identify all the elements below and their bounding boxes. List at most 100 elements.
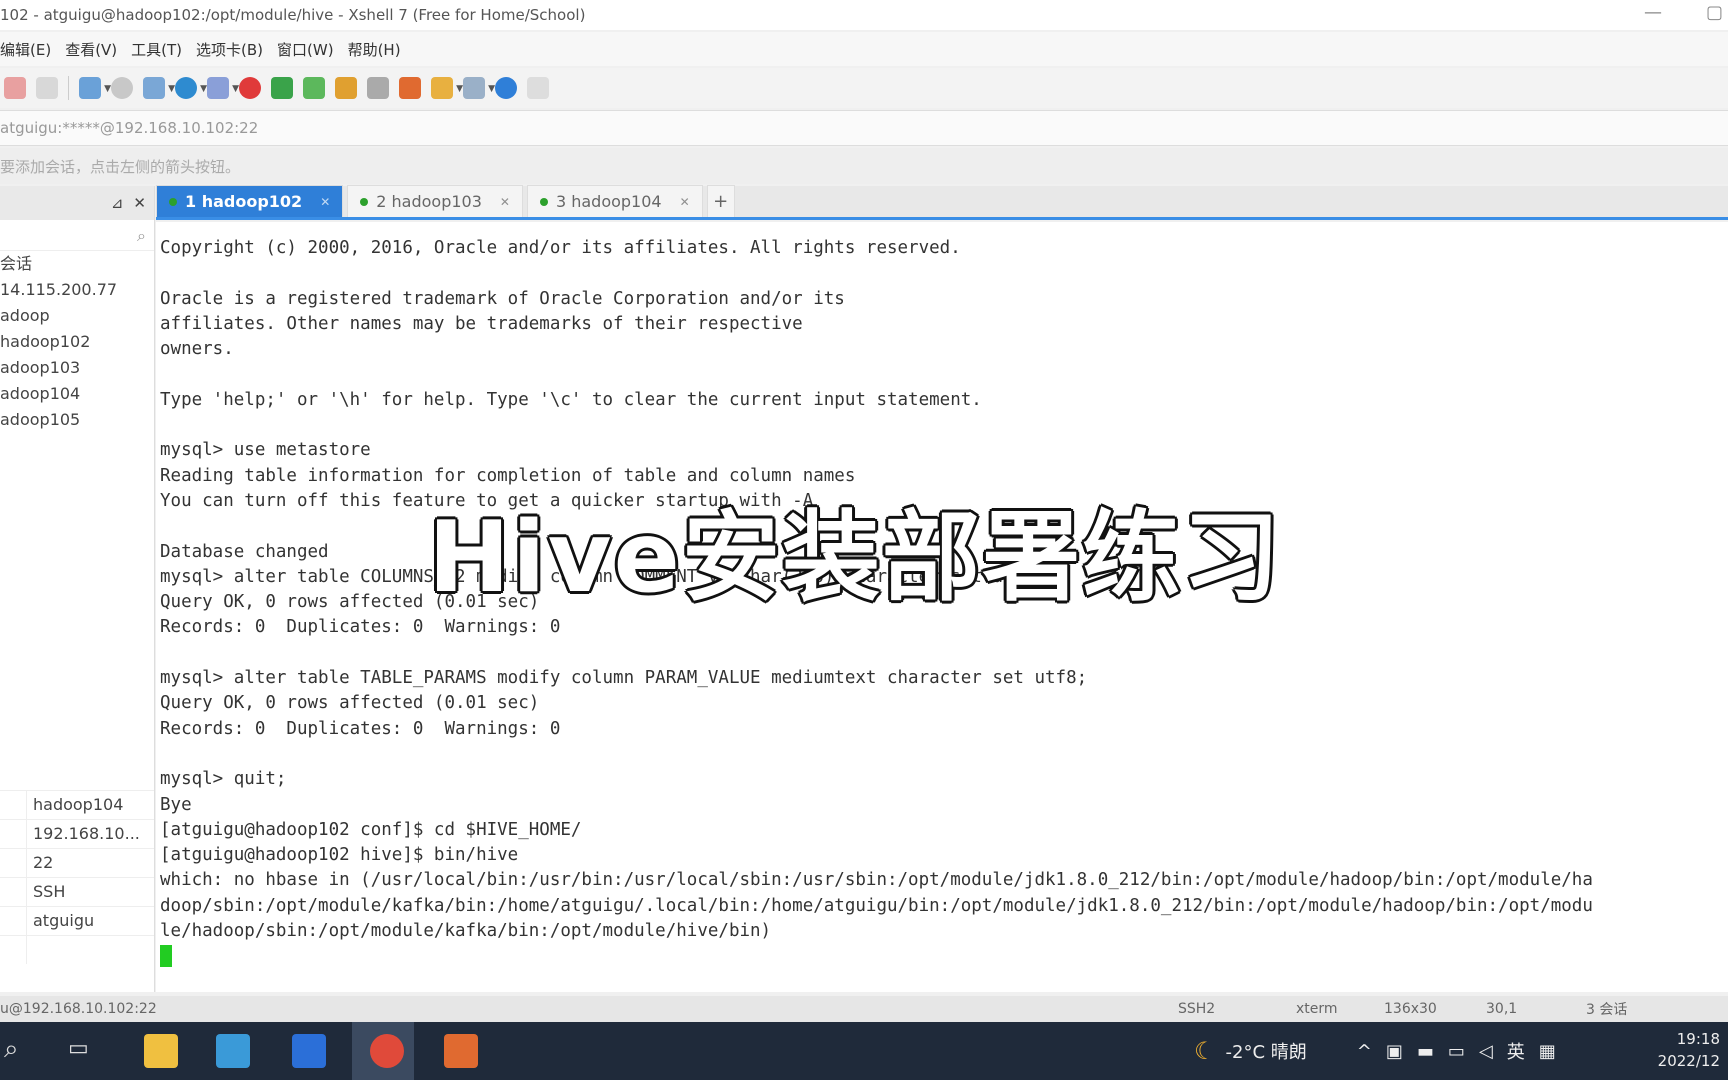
terminal-line: [atguigu@hadoop102 conf]$ cd $HIVE_HOME/ <box>160 819 582 840</box>
tree-item[interactable]: 会话 <box>0 251 154 277</box>
terminal-line: Records: 0 Duplicates: 0 Warnings: 0 <box>160 718 561 739</box>
tab-hadoop103[interactable]: 2 hadoop103 ✕ <box>347 185 523 217</box>
globe-icon[interactable]: ▼ <box>175 77 207 99</box>
tab-hadoop102[interactable]: 1 hadoop102 ✕ <box>156 185 344 217</box>
search-icon[interactable]: ⌕ <box>4 1034 19 1065</box>
menu-window[interactable]: 窗口(W) <box>277 39 342 60</box>
window-titlebar: 102 - atguigu@hadoop102:/opt/module/hive… <box>0 0 1728 30</box>
file-explorer-icon[interactable] <box>144 1034 178 1068</box>
chat-icon[interactable] <box>527 77 549 99</box>
highlight-icon[interactable] <box>399 77 421 99</box>
session-hint-bar: 要添加会话，点击左侧的箭头按钮。 <box>0 148 1728 184</box>
clock-date: 2022/12 <box>1657 1052 1720 1070</box>
link-icon[interactable] <box>36 77 58 99</box>
session-tabs: 1 hadoop102 ✕ 2 hadoop103 ✕ 3 hadoop104 … <box>156 185 1728 220</box>
tree-item[interactable]: hadoop102 <box>0 329 154 355</box>
tab-label: 1 hadoop102 <box>185 192 303 211</box>
ime-indicator[interactable]: 英 <box>1507 1038 1525 1064</box>
status-sessions[interactable]: 3 会话 <box>1586 999 1627 1019</box>
powerpoint-icon[interactable] <box>444 1034 478 1068</box>
pin-icon[interactable]: ⊿ <box>111 194 124 212</box>
tab-label: 2 hadoop103 <box>376 192 482 211</box>
close-tab-icon[interactable]: ✕ <box>680 195 690 209</box>
close-icon[interactable]: ✕ <box>133 194 146 212</box>
status-size: 136x30 <box>1384 1001 1437 1017</box>
terminal-line: Type 'help;' or '\h' for help. Type '\c'… <box>160 389 982 410</box>
prop-user: atguigu <box>33 911 95 930</box>
session-manager-header: ⊿ ✕ <box>0 186 154 220</box>
moon-icon: ☾ <box>1194 1037 1216 1065</box>
folder-icon[interactable]: ▼ <box>431 77 463 99</box>
connected-dot-icon <box>539 197 548 206</box>
battery-icon[interactable]: ▬ <box>1417 1041 1434 1062</box>
session-properties: hadoop104 192.168.10... 22 SSH atguigu <box>0 790 154 964</box>
word-icon[interactable] <box>292 1034 326 1068</box>
xftp-icon[interactable] <box>239 77 261 99</box>
toolbar: ▼ ▼ ▼ ▼ ▼ ▼ <box>0 68 1728 108</box>
connected-dot-icon <box>360 197 369 206</box>
ime-mode-icon[interactable]: ▦ <box>1539 1041 1556 1062</box>
app-icon[interactable] <box>216 1034 250 1068</box>
minimize-icon[interactable]: — <box>1644 2 1662 23</box>
session-tree: 会话 14.115.200.77 adoop hadoop102 adoop10… <box>0 251 154 433</box>
menu-tools[interactable]: 工具(T) <box>131 39 190 60</box>
window-title: 102 - atguigu@hadoop102:/opt/module/hive… <box>0 6 586 24</box>
menu-bar: 编辑(E) 查看(V) 工具(T) 选项卡(B) 窗口(W) 帮助(H) <box>0 32 1728 66</box>
terminal-line: Query OK, 0 rows affected (0.01 sec) <box>160 693 540 714</box>
tree-item[interactable]: adoop105 <box>0 407 154 433</box>
menu-view[interactable]: 查看(V) <box>65 39 125 60</box>
maximize-icon[interactable]: ▢ <box>1706 2 1723 23</box>
font-icon[interactable]: ▼ <box>207 77 239 99</box>
menu-tabs[interactable]: 选项卡(B) <box>196 39 271 60</box>
session-search-input[interactable]: ⌕ <box>0 220 154 251</box>
terminal-line: owners. <box>160 339 234 360</box>
clock[interactable]: 19:18 2022/12 <box>1658 1028 1720 1072</box>
menu-help[interactable]: 帮助(H) <box>348 39 409 60</box>
tree-item[interactable]: adoop104 <box>0 381 154 407</box>
search-icon: ⌕ <box>137 226 146 245</box>
tree-item[interactable]: adoop <box>0 303 154 329</box>
prop-name: hadoop104 <box>33 795 124 814</box>
video-caption: Hive安装部署练习 <box>428 501 1282 615</box>
new-tab-button[interactable]: + <box>706 185 735 217</box>
new-session-icon[interactable] <box>4 77 26 99</box>
menu-edit[interactable]: 编辑(E) <box>0 39 59 60</box>
display-icon[interactable]: ▭ <box>1448 1041 1465 1062</box>
terminal-line: mysql> alter table TABLE_PARAMS modify c… <box>160 668 1088 689</box>
prop-protocol: SSH <box>33 882 66 901</box>
properties-icon[interactable]: ▼ <box>143 77 175 99</box>
help-icon[interactable] <box>495 77 517 99</box>
status-position: 30,1 <box>1486 1001 1518 1017</box>
tree-item[interactable]: adoop103 <box>0 355 154 381</box>
close-tab-icon[interactable]: ✕ <box>500 195 510 209</box>
terminal-line: Database changed <box>160 541 329 562</box>
prop-host: 192.168.10... <box>33 824 140 843</box>
xshell-icon <box>370 1034 404 1068</box>
weather-text[interactable]: -2°C 晴朗 <box>1226 1038 1307 1064</box>
chevron-up-icon[interactable]: ^ <box>1357 1041 1372 1062</box>
network-icon[interactable]: ▣ <box>1386 1041 1403 1062</box>
status-term: xterm <box>1296 1001 1338 1017</box>
volume-icon[interactable]: ◁ <box>1479 1041 1493 1062</box>
address-text: atguigu:*****@192.168.10.102:22 <box>0 119 259 137</box>
tree-item[interactable]: 14.115.200.77 <box>0 277 154 303</box>
open-session-icon[interactable]: ▼ <box>79 77 111 99</box>
xshell-icon[interactable] <box>271 77 293 99</box>
close-tab-icon[interactable]: ✕ <box>320 195 330 209</box>
lock-icon[interactable] <box>335 77 357 99</box>
terminal-line: Records: 0 Duplicates: 0 Warnings: 0 <box>160 617 561 638</box>
fullscreen-icon[interactable] <box>303 77 325 99</box>
terminal-line: which: no hbase in (/usr/local/bin:/usr/… <box>160 870 1593 891</box>
terminal-line: mysql> quit; <box>160 769 287 790</box>
status-bar: u@192.168.10.102:22 SSH2 xterm 136x30 30… <box>0 996 1728 1022</box>
keyboard-icon[interactable] <box>367 77 389 99</box>
connected-dot-icon <box>169 197 177 206</box>
tab-hadoop104[interactable]: 3 hadoop104 ✕ <box>526 185 703 217</box>
layout-icon[interactable]: ▼ <box>463 77 495 99</box>
task-view-icon[interactable]: ▭ <box>68 1036 89 1061</box>
terminal-line: Copyright (c) 2000, 2016, Oracle and/or … <box>160 238 961 258</box>
search-icon[interactable] <box>111 77 133 99</box>
address-bar[interactable]: atguigu:*****@192.168.10.102:22 <box>0 110 1728 146</box>
terminal-line: doop/sbin:/opt/module/kafka/bin:/home/at… <box>160 895 1593 916</box>
clock-time: 19:18 <box>1676 1030 1720 1048</box>
